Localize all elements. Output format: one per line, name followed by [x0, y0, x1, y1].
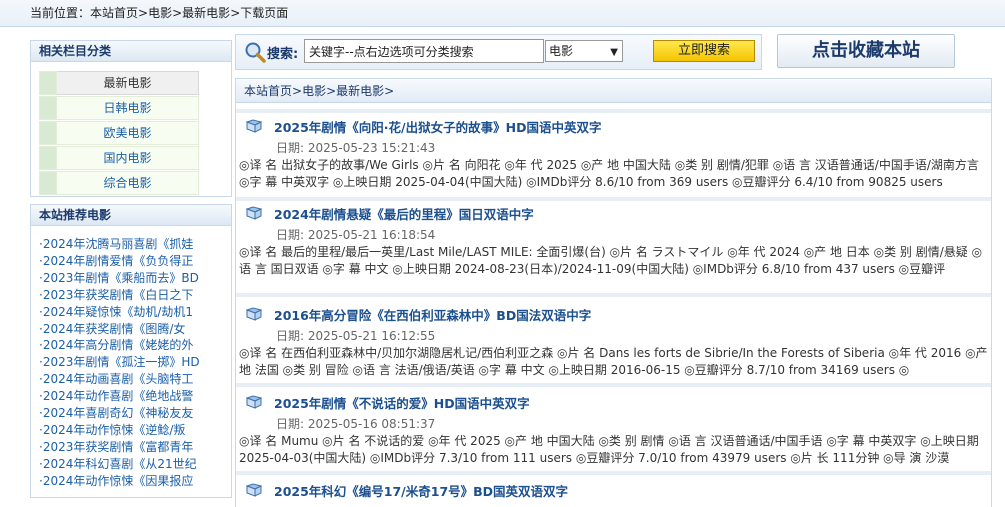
item-date: 日期: 2025-05-16 08:51:37 [276, 417, 436, 431]
main-breadcrumb: 本站首页>电影>最新电影> [236, 80, 991, 103]
location-breadcrumb: 当前位置：本站首页>电影>最新电影>下载页面 [30, 6, 289, 20]
recommended-item[interactable]: ·2024年获奖剧情《图腾/女 [39, 321, 227, 338]
search-icon [245, 42, 266, 63]
main-crumb-latest[interactable]: 最新电影 [336, 84, 384, 98]
recommended-item[interactable]: ·2024年动作喜剧《绝地战警 [39, 388, 227, 405]
item-title[interactable]: 2024年剧情悬疑《最后的里程》国日双语中字 [274, 204, 534, 223]
recommended-item[interactable]: ·2024年剧情爱情《负负得正 [39, 253, 227, 270]
item-desc: ◎译 名 在西伯利亚森林中/贝加尔湖隐居札记/西伯利亚之森 ◎片 名 Dans … [239, 346, 988, 377]
recommended-list: ·2024年沈腾马丽喜剧《抓娃 ·2024年剧情爱情《负负得正 ·2023年剧情… [31, 226, 231, 490]
category-item-misc[interactable]: 综合电影 [39, 171, 199, 195]
category-item-domestic[interactable]: 国内电影 [39, 146, 199, 170]
recommended-item[interactable]: ·2024年沈腾马丽喜剧《抓娃 [39, 236, 227, 253]
recommended-panel-title: 本站推荐电影 [31, 205, 231, 226]
document-icon [246, 483, 262, 497]
recommended-item[interactable]: ·2024年高分剧情《姥姥的外 [39, 337, 227, 354]
location-crumb-movie[interactable]: 电影 [148, 6, 172, 20]
document-icon [246, 307, 262, 321]
category-panel-title: 相关栏目分类 [31, 41, 231, 62]
main-crumb-movie[interactable]: 电影 [302, 84, 326, 98]
category-item-jpkr[interactable]: 日韩电影 [39, 96, 199, 120]
recommended-item[interactable]: ·2023年剧情《孤注一掷》HD [39, 354, 227, 371]
item-desc: ◎译 名 出狱女子的故事/We Girls ◎片 名 向阳花 ◎年 代 2025… [239, 158, 979, 189]
item-title[interactable]: 2016年高分冒险《在西伯利亚森林中》BD国法双语中字 [274, 305, 591, 324]
recommended-panel: 本站推荐电影 ·2024年沈腾马丽喜剧《抓娃 ·2024年剧情爱情《负负得正 ·… [30, 204, 232, 498]
recommended-item[interactable]: ·2024年科幻喜剧《从21世纪 [39, 456, 227, 473]
recommended-item[interactable]: ·2023年获奖剧情《富都青年 [39, 439, 227, 456]
search-category-select[interactable]: 电影 ▼ [545, 40, 623, 62]
item-desc: ◎译 名 最后的里程/最后一英里/Last Mile/LAST MILE: 全面… [239, 245, 983, 276]
item-date: 日期: 2025-05-21 16:12:55 [276, 329, 436, 343]
recommended-item[interactable]: ·2024年动画喜剧《头脑特工 [39, 371, 227, 388]
search-button[interactable]: 立即搜索 [653, 40, 755, 62]
document-icon [246, 206, 262, 220]
document-icon [246, 395, 262, 409]
search-bar: 搜索: 电影 ▼ 立即搜索 [235, 34, 762, 70]
location-label: 当前位置： [30, 6, 91, 20]
recommended-item[interactable]: ·2023年获奖剧情《白日之下 [39, 287, 227, 304]
bookmark-button[interactable]: 点击收藏本站 [777, 34, 955, 68]
item-title[interactable]: 2025年剧情《向阳·花/出狱女子的故事》HD国语中英双字 [274, 117, 601, 136]
document-icon [246, 119, 262, 133]
main-crumb-home[interactable]: 本站首页 [244, 84, 292, 98]
category-item-latest[interactable]: 最新电影 [39, 71, 199, 95]
search-label: 搜索: [267, 47, 299, 62]
recommended-item[interactable]: ·2024年疑惊悚《劫机/劫机1 [39, 304, 227, 321]
location-crumb-latest[interactable]: 最新电影 [182, 6, 230, 20]
item-desc: ◎译 名 Mumu ◎片 名 不说话的爱 ◎年 代 2025 ◎产 地 中国大陆… [239, 434, 979, 465]
recommended-item[interactable]: ·2023年剧情《乘船而去》BD [39, 270, 227, 287]
category-item-western[interactable]: 欧美电影 [39, 121, 199, 145]
top-bar: 当前位置：本站首页>电影>最新电影>下载页面 [0, 0, 1005, 27]
chevron-down-icon: ▼ [610, 47, 618, 58]
location-crumb-current: 下载页面 [240, 6, 289, 20]
recommended-item[interactable]: ·2024年喜剧奇幻《神秘友友 [39, 405, 227, 422]
item-title[interactable]: 2025年剧情《不说话的爱》HD国语中英双字 [274, 393, 530, 412]
search-input[interactable] [304, 39, 544, 63]
location-crumb-home[interactable]: 本站首页 [90, 6, 138, 20]
category-list: 最新电影 日韩电影 欧美电影 国内电影 综合电影 [39, 71, 199, 196]
recommended-item[interactable]: ·2024年动作惊悚《因果报应 [39, 473, 227, 490]
category-panel: 相关栏目分类 最新电影 日韩电影 欧美电影 国内电影 综合电影 [30, 40, 232, 197]
item-date: 日期: 2025-05-21 16:18:54 [276, 228, 436, 242]
item-title[interactable]: 2025年科幻《编号17/米奇17号》BD国英双语双字 [274, 481, 568, 500]
movie-list-panel: 本站首页>电影>最新电影> 2025年剧情《向阳·花/出狱女子的故事》HD国语中… [235, 78, 992, 507]
item-date: 日期: 2025-05-23 15:21:43 [276, 141, 436, 155]
recommended-item[interactable]: ·2024年动作惊悚《逆鲶/叛 [39, 422, 227, 439]
